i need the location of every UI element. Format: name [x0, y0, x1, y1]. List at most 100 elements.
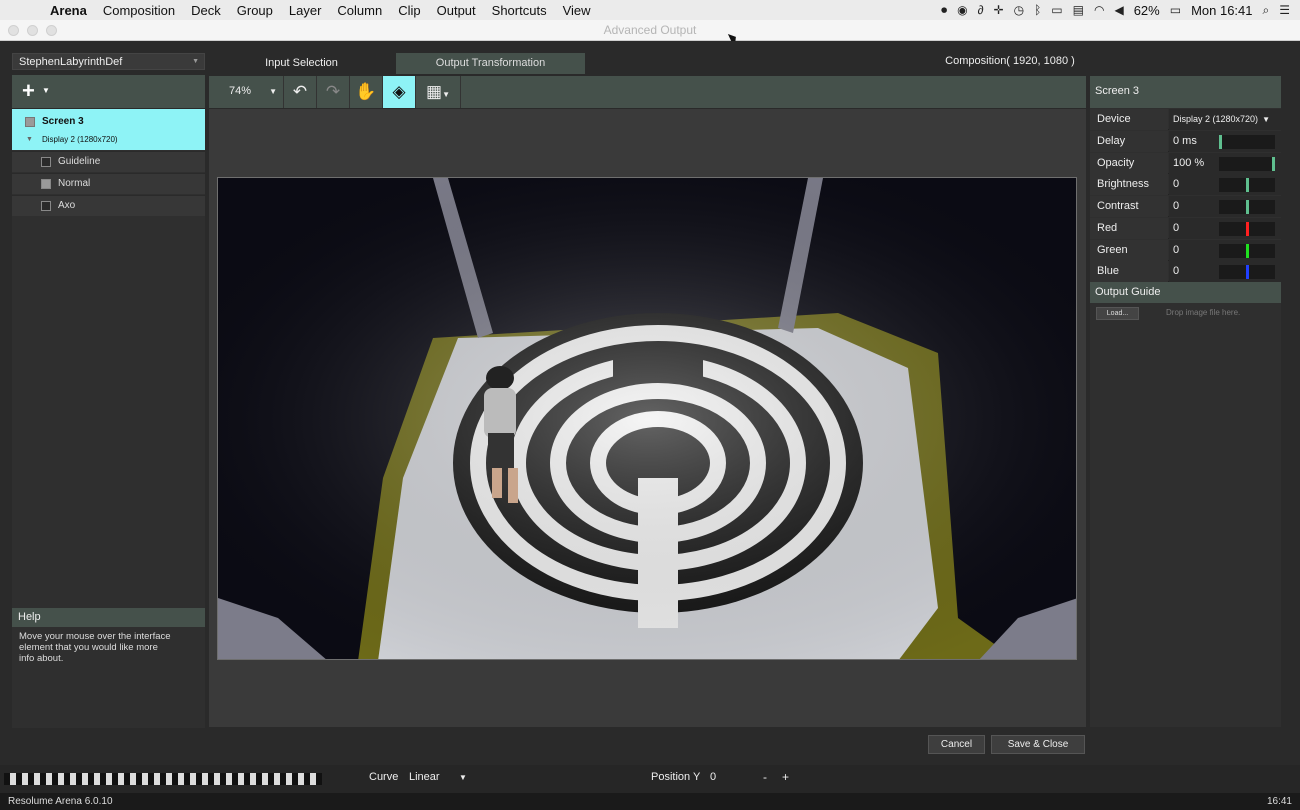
prop-row-red: Red 0: [1090, 217, 1281, 239]
prop-name: Device: [1090, 109, 1168, 130]
prop-slider[interactable]: [1219, 221, 1275, 236]
slice-item-guideline[interactable]: Guideline: [12, 151, 205, 172]
screen-tree: Screen 3 ▼ Display 2 (1280x720) Guidelin…: [12, 109, 205, 656]
creative-cloud-icon[interactable]: ◉: [957, 3, 967, 17]
expand-triangle-icon[interactable]: ▼: [26, 136, 33, 143]
output-guide-header: Output Guide: [1090, 282, 1281, 303]
canvas-area[interactable]: [209, 109, 1086, 727]
slider-marker: [1246, 178, 1249, 193]
drop-image-hint[interactable]: Drop image file here.: [1166, 308, 1240, 317]
position-y-decrement-button[interactable]: -: [763, 770, 767, 784]
tab-output-transformation[interactable]: Output Transformation: [396, 53, 585, 74]
properties-title: Screen 3: [1090, 76, 1281, 108]
output-preview[interactable]: [217, 177, 1077, 660]
prop-value-field[interactable]: 0: [1169, 217, 1281, 239]
slider-marker: [1246, 221, 1249, 236]
menu-deck[interactable]: Deck: [183, 3, 229, 18]
menu-app[interactable]: Arena: [42, 3, 95, 18]
transparency-checker: [4, 773, 322, 785]
prop-value-field[interactable]: 0: [1169, 174, 1281, 196]
prop-value-field[interactable]: 0: [1169, 239, 1281, 261]
help-text: Move your mouse over the interface eleme…: [19, 631, 171, 664]
slice-checkbox[interactable]: [41, 157, 51, 167]
slice-item-axo[interactable]: Axo: [12, 195, 205, 216]
prop-value-field[interactable]: 0: [1169, 261, 1281, 283]
screen-enable-checkbox[interactable]: [25, 117, 35, 127]
screen-device: Display 2 (1280x720): [42, 135, 118, 144]
preset-select[interactable]: StephenLabyrinthDef ▼: [12, 53, 205, 70]
prop-value-field[interactable]: 0: [1169, 196, 1281, 218]
menu-view[interactable]: View: [555, 3, 599, 18]
grid-icon[interactable]: ▦▼: [416, 76, 461, 108]
prop-slider[interactable]: [1219, 265, 1275, 280]
tab-input-selection[interactable]: Input Selection: [210, 53, 393, 74]
prop-value: 0: [1173, 243, 1180, 256]
prop-value-field[interactable]: 100 %: [1169, 152, 1281, 174]
menu-column[interactable]: Column: [329, 3, 390, 18]
notification-center-icon[interactable]: ☰: [1279, 3, 1290, 17]
add-menu-caret-icon[interactable]: ▼: [42, 86, 50, 95]
menu-shortcuts[interactable]: Shortcuts: [484, 3, 555, 18]
canvas-toolbar: 74% ▼ ↶ ↷ ✋ ◈ ▦▼: [209, 76, 1086, 108]
slice-checkbox[interactable]: [41, 201, 51, 211]
prop-slider[interactable]: [1219, 156, 1275, 171]
device-select[interactable]: Display 2 (1280x720) ▼: [1169, 109, 1281, 130]
screen-item[interactable]: Screen 3 ▼ Display 2 (1280x720): [12, 109, 205, 150]
prop-value-field[interactable]: 0 ms: [1169, 131, 1281, 152]
menubar-tray: ⏺ ◉ ∂ ✛ ◷ ᛒ ▭ ▤ ◠ ◀ 62% ▭ Mon 16:41 ⌕ ☰: [941, 0, 1290, 20]
menubar-clock[interactable]: Mon 16:41: [1191, 3, 1252, 18]
slice-item-normal[interactable]: Normal: [12, 173, 205, 194]
prop-row-opacity: Opacity 100 %: [1090, 152, 1281, 174]
prop-name: Red: [1090, 217, 1168, 239]
curve-select[interactable]: Linear: [409, 771, 440, 783]
airplay-icon[interactable]: ▭: [1051, 3, 1062, 17]
crosshair-icon[interactable]: ✛: [994, 3, 1004, 17]
add-icon[interactable]: +: [22, 79, 35, 103]
chevron-down-icon[interactable]: ▼: [459, 773, 467, 782]
load-guide-button[interactable]: Load...: [1096, 307, 1139, 320]
prop-value: 0: [1173, 178, 1180, 191]
record-icon[interactable]: ⏺: [941, 3, 947, 18]
menu-group[interactable]: Group: [229, 3, 281, 18]
volume-icon[interactable]: ◀: [1114, 3, 1123, 17]
prop-value: 0 ms: [1173, 135, 1197, 147]
cancel-button[interactable]: Cancel: [928, 735, 985, 754]
battery-icon[interactable]: ▭: [1170, 3, 1181, 17]
wifi-icon[interactable]: ◠: [1094, 3, 1104, 17]
spotlight-search-icon[interactable]: ⌕: [1263, 3, 1270, 18]
slice-checkbox[interactable]: [41, 179, 51, 189]
status-time: 16:41: [1266, 796, 1292, 807]
prop-value: 100 %: [1173, 156, 1205, 169]
chevron-down-icon: ▼: [1262, 115, 1270, 124]
prop-row-green: Green 0: [1090, 239, 1281, 261]
prop-slider[interactable]: [1219, 200, 1275, 215]
menu-composition[interactable]: Composition: [95, 3, 183, 18]
redo-icon[interactable]: ↷: [317, 76, 350, 108]
menu-clip[interactable]: Clip: [390, 3, 428, 18]
zoom-select[interactable]: 74% ▼: [209, 76, 284, 108]
save-and-close-button[interactable]: Save & Close: [991, 735, 1085, 754]
position-y-value[interactable]: 0: [710, 771, 716, 783]
prop-row-device: Device Display 2 (1280x720) ▼: [1090, 109, 1281, 130]
help-title: Help: [12, 608, 205, 627]
menu-output[interactable]: Output: [429, 3, 484, 18]
undo-icon[interactable]: ↶: [284, 76, 317, 108]
slice-label: Axo: [58, 200, 76, 211]
bluetooth-icon[interactable]: ᛒ: [1034, 3, 1041, 17]
menu-layer[interactable]: Layer: [281, 3, 330, 18]
labyrinth-preview-image: [218, 178, 1076, 659]
background-clip-strip: Curve Linear ▼ Position Y 0 - +: [0, 765, 1300, 793]
prop-slider[interactable]: [1219, 178, 1275, 193]
device-value: Display 2 (1280x720): [1173, 114, 1259, 124]
acrobat-icon[interactable]: ∂: [978, 3, 984, 17]
time-machine-icon[interactable]: ◷: [1014, 3, 1024, 17]
position-y-increment-button[interactable]: +: [782, 770, 789, 784]
prop-slider[interactable]: [1219, 243, 1275, 258]
memory-icon[interactable]: ▤: [1073, 3, 1084, 17]
advanced-output-dialog: StephenLabyrinthDef ▼ + ▼ Screen 3 ▼ Dis…: [0, 41, 1300, 765]
screen-name: Screen 3: [42, 116, 84, 127]
hand-pan-icon[interactable]: ✋: [350, 76, 383, 108]
prop-slider[interactable]: [1219, 135, 1275, 149]
snap-magnet-icon[interactable]: ◈: [383, 76, 416, 108]
prop-name: Green: [1090, 239, 1168, 261]
